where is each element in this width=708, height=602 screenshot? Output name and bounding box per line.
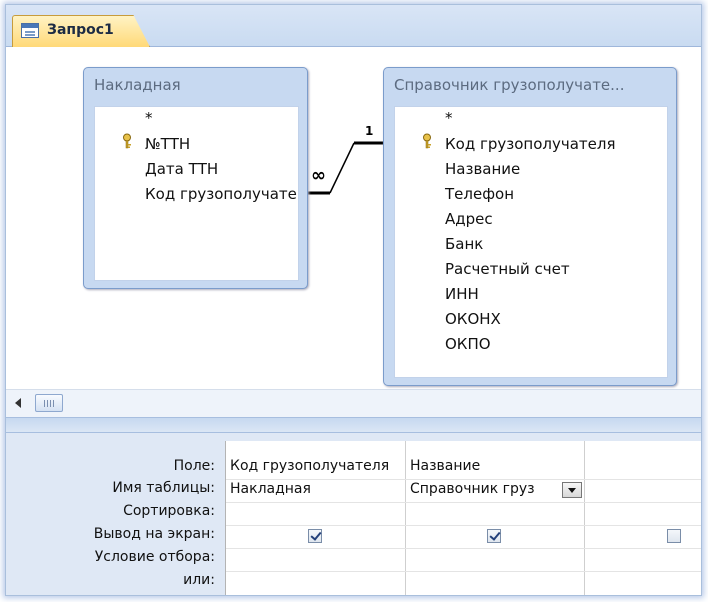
- relationship-many-marker: ∞: [311, 165, 326, 186]
- query-icon: [21, 23, 39, 38]
- show-checkbox-3[interactable]: [667, 529, 681, 543]
- field-raschetnyy-schet[interactable]: Расчетный счет: [445, 260, 570, 278]
- row-divider: [226, 571, 701, 572]
- row-label-criteria: Условие отбора:: [94, 549, 215, 565]
- key-icon: [423, 133, 431, 149]
- field-adres[interactable]: Адрес: [445, 210, 493, 228]
- table-nakladnaya[interactable]: Накладная * №ТТН Дата ТТН Код грузополуч…: [83, 67, 308, 289]
- pane-splitter[interactable]: [6, 417, 701, 433]
- table-title: Накладная: [94, 76, 181, 94]
- show-checkbox-1[interactable]: [308, 529, 322, 543]
- tab-label: Запрос1: [47, 22, 114, 38]
- row-label-show: Вывод на экран:: [93, 526, 215, 542]
- row-label-table: Имя таблицы:: [112, 480, 215, 496]
- field-all[interactable]: *: [145, 109, 153, 127]
- field-okpo[interactable]: ОКПО: [445, 335, 491, 353]
- grid-table-cell-2[interactable]: Справочник груз: [410, 481, 558, 497]
- query-design-pane: ∞ 1 Накладная * №ТТН Дата ТТН Код грузоп…: [6, 47, 701, 389]
- row-divider: [226, 525, 701, 526]
- horizontal-scrollbar[interactable]: [6, 389, 701, 417]
- row-divider: [226, 548, 701, 549]
- field-bank[interactable]: Банк: [445, 235, 483, 253]
- relationship-one-marker: 1: [365, 124, 374, 138]
- document-tab-strip: Запрос1: [6, 5, 701, 47]
- field-data-ttn[interactable]: Дата ТТН: [145, 160, 218, 178]
- field-nttn[interactable]: №ТТН: [145, 135, 190, 153]
- field-list: * №ТТН Дата ТТН Код грузополучате: [94, 106, 299, 281]
- row-divider: [226, 479, 701, 480]
- query-design-grid: Поле: Имя таблицы: Сортировка: Вывод на …: [6, 433, 701, 595]
- scroll-thumb[interactable]: [35, 394, 63, 412]
- row-label-or: или:: [183, 572, 215, 588]
- grid-cells: Код грузополучателя Накладная Название С…: [225, 441, 701, 595]
- row-label-field: Поле:: [173, 458, 215, 474]
- table-title: Справочник грузополучате...: [394, 76, 625, 94]
- field-telefon[interactable]: Телефон: [445, 185, 514, 203]
- column-divider[interactable]: [405, 441, 406, 595]
- query-window: Запрос1 ∞ 1 Накладная * №ТТН Дата ТТН Ко…: [5, 4, 702, 596]
- key-icon: [123, 133, 131, 149]
- row-label-sort: Сортировка:: [123, 503, 215, 519]
- field-kod-gruzopoluchatelya[interactable]: Код грузополучателя: [445, 135, 615, 153]
- field-all[interactable]: *: [445, 109, 453, 127]
- table-dropdown-button[interactable]: [562, 482, 582, 498]
- scroll-left-icon[interactable]: [15, 398, 21, 408]
- grid-table-cell-1[interactable]: Накладная: [230, 481, 404, 497]
- field-inn[interactable]: ИНН: [445, 285, 479, 303]
- grid-field-cell-1[interactable]: Код грузополучателя: [230, 458, 404, 474]
- field-kod-gruzopoluchatelya[interactable]: Код грузополучате: [145, 185, 300, 203]
- show-checkbox-2[interactable]: [487, 529, 501, 543]
- grid-field-cell-2[interactable]: Название: [410, 458, 582, 474]
- field-list: * Код грузополучателя Название Телефон А…: [394, 106, 668, 378]
- tab-query1[interactable]: Запрос1: [12, 15, 150, 47]
- field-okonh[interactable]: ОКОНХ: [445, 310, 501, 328]
- column-divider[interactable]: [584, 441, 585, 595]
- field-nazvanie[interactable]: Название: [445, 160, 520, 178]
- table-spravochnik-gruzopoluchateley[interactable]: Справочник грузополучате... * Код грузоп…: [383, 67, 677, 386]
- row-divider: [226, 502, 701, 503]
